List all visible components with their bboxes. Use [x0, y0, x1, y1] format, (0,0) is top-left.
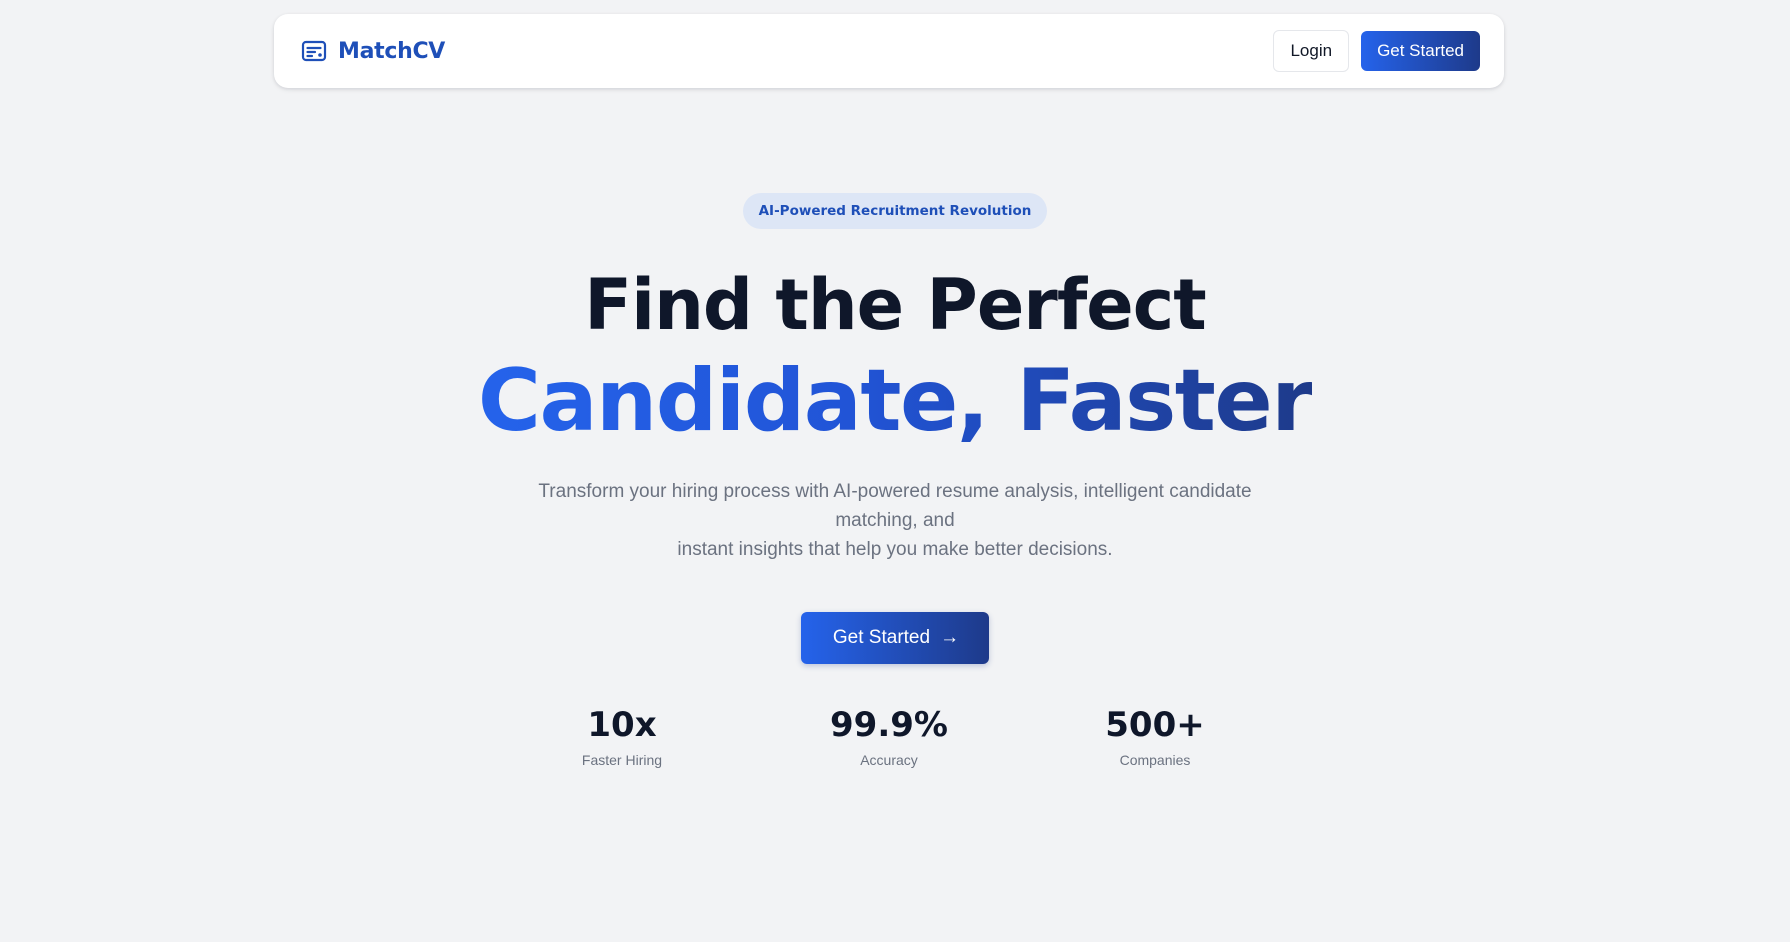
get-started-cta-button[interactable]: Get Started → [800, 612, 990, 664]
stat-value: 500+ [1105, 705, 1205, 745]
nav-actions: Login Get Started [1273, 30, 1480, 72]
brand-logo[interactable]: MatchCV [300, 37, 445, 65]
hero-badge: AI-Powered Recruitment Revolution [742, 193, 1048, 229]
stats-row: 10x Faster Hiring 99.9% Accuracy 500+ Co… [0, 704, 1790, 784]
stat-value: 99.9% [830, 705, 948, 745]
cta-label: Get Started [832, 627, 931, 648]
hero-subtitle-line1: Transform your hiring process with AI-po… [538, 481, 1252, 531]
hero-subtitle-line2: instant insights that help you make bett… [677, 539, 1113, 560]
stat-label: Faster Hiring [581, 752, 663, 768]
stat-label: Accuracy [860, 752, 918, 768]
resume-card-icon [301, 40, 327, 62]
login-button[interactable]: Login [1273, 30, 1350, 72]
stat-value: 10x [587, 705, 657, 745]
stat-faster-hiring: 10x Faster Hiring [522, 704, 722, 768]
stat-accuracy: 99.9% Accuracy [789, 704, 989, 768]
hero-subtitle: Transform your hiring process with AI-po… [495, 477, 1295, 564]
hero-headline-line2: Candidate, Faster [0, 351, 1790, 451]
brand-name: MatchCV [338, 38, 446, 64]
top-navbar: MatchCV Login Get Started [274, 14, 1504, 88]
get-started-nav-button[interactable]: Get Started [1361, 31, 1480, 71]
hero-headline-line1: Find the Perfect [584, 264, 1206, 346]
arrow-right-icon: → [940, 627, 960, 648]
stat-companies: 500+ Companies [1055, 704, 1255, 768]
stat-label: Companies [1119, 752, 1191, 768]
hero-section: AI-Powered Recruitment Revolution Find t… [0, 193, 1790, 664]
hero-headline-gradient-text: Candidate, Faster [477, 351, 1314, 451]
